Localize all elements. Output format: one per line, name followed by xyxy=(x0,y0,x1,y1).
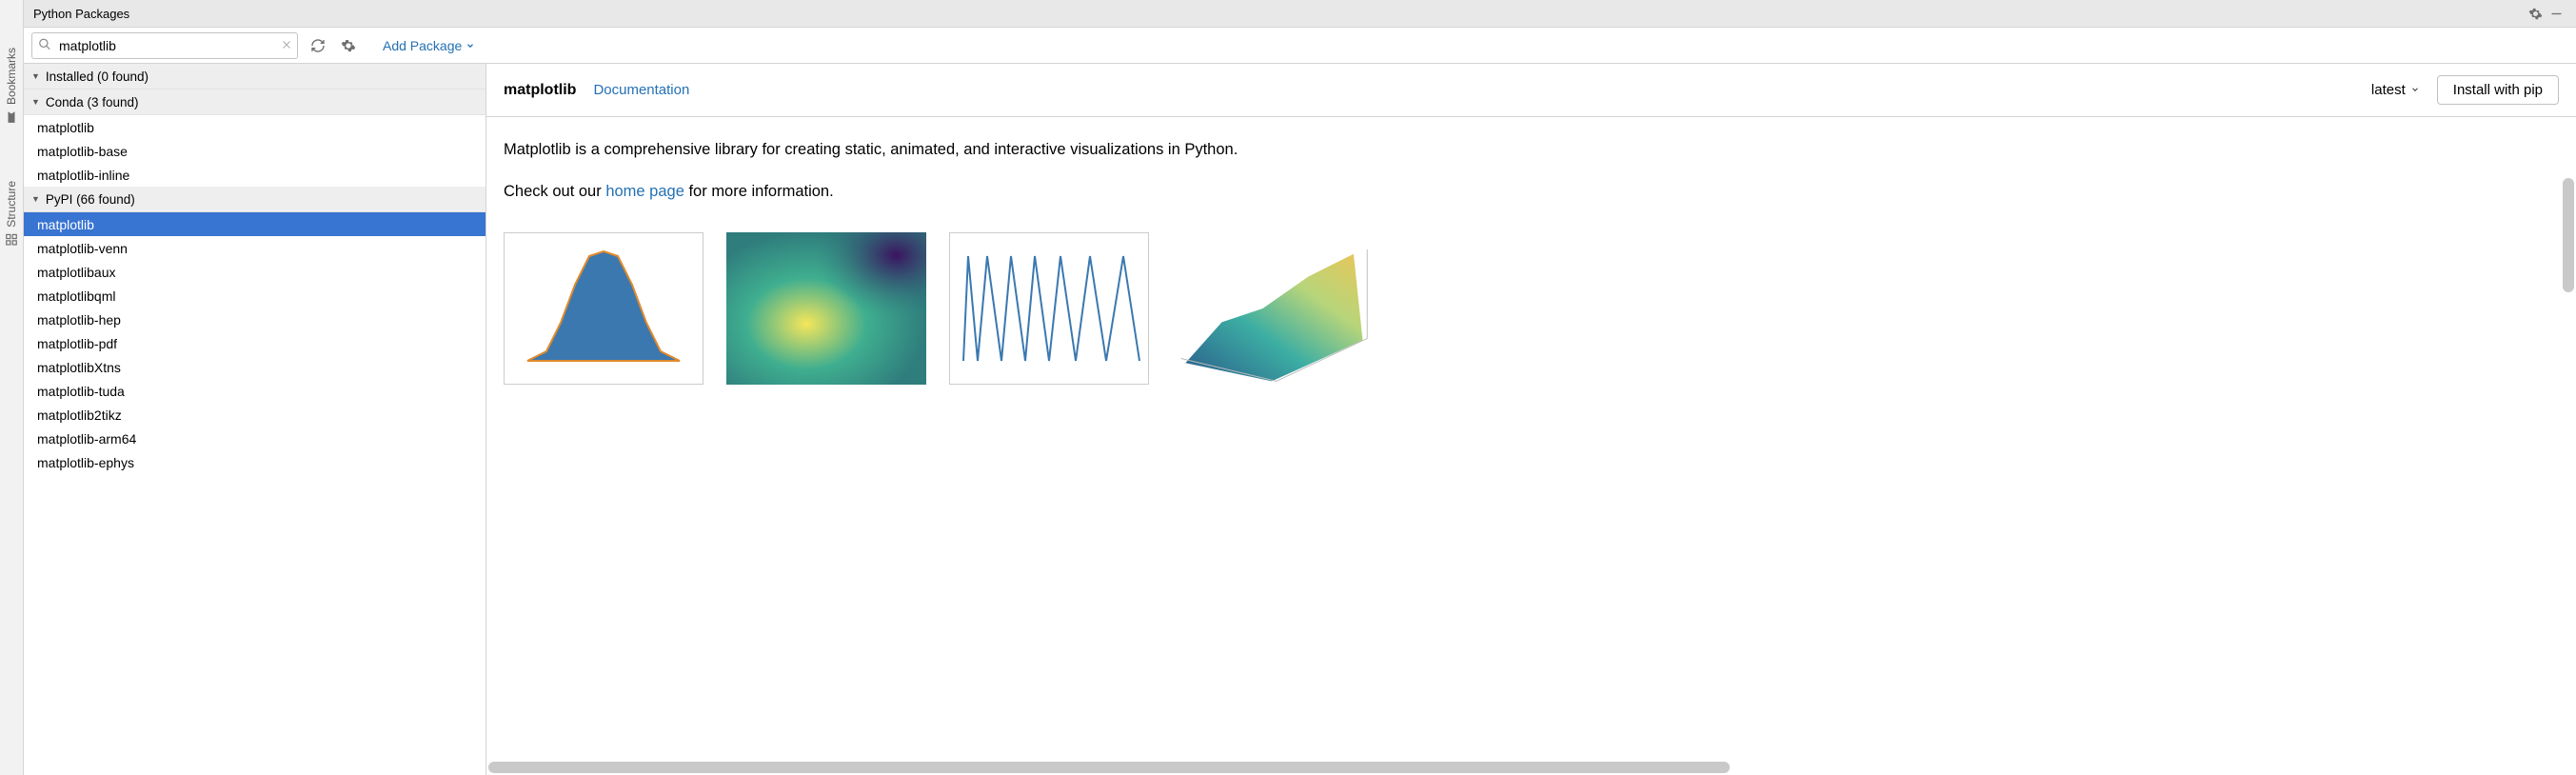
preview-thumbnails xyxy=(504,232,2559,385)
package-item[interactable]: matplotlib xyxy=(24,115,485,139)
package-item[interactable]: matplotlib2tikz xyxy=(24,403,485,427)
settings-button[interactable] xyxy=(338,35,359,56)
search-clear-button[interactable] xyxy=(281,38,292,53)
section-pypi-label: PyPI (66 found) xyxy=(46,192,135,207)
package-item[interactable]: matplotlibaux xyxy=(24,260,485,284)
chevron-down-icon: ▼ xyxy=(31,194,40,204)
section-conda[interactable]: ▼ Conda (3 found) xyxy=(24,89,485,115)
toolbar: Add Package xyxy=(24,28,2576,64)
thumbnail-heatmap xyxy=(726,232,926,385)
home-page-link[interactable]: home page xyxy=(605,183,684,200)
reload-icon xyxy=(310,38,326,53)
package-item[interactable]: matplotlibqml xyxy=(24,284,485,308)
documentation-link[interactable]: Documentation xyxy=(593,82,689,98)
rail-structure[interactable]: Structure xyxy=(5,181,18,247)
thumbnail-spikes xyxy=(949,232,1149,385)
chevron-down-icon xyxy=(2410,82,2420,98)
version-select[interactable]: latest xyxy=(2371,82,2420,98)
left-tool-rail: Bookmarks Structure xyxy=(0,0,24,775)
bookmark-icon xyxy=(5,110,18,124)
rail-bookmarks[interactable]: Bookmarks xyxy=(5,48,18,124)
install-button[interactable]: Install with pip xyxy=(2437,75,2559,105)
rail-bookmarks-label: Bookmarks xyxy=(5,48,18,105)
close-icon xyxy=(281,39,292,50)
package-item[interactable]: matplotlib-venn xyxy=(24,236,485,260)
detail-title: matplotlib xyxy=(504,82,576,99)
search-input[interactable] xyxy=(31,32,298,59)
vertical-scrollbar[interactable] xyxy=(2563,178,2574,292)
add-package-button[interactable]: Add Package xyxy=(383,38,475,53)
package-item[interactable]: matplotlib-arm64 xyxy=(24,427,485,450)
package-item[interactable]: matplotlib-base xyxy=(24,139,485,163)
section-pypi[interactable]: ▼ PyPI (66 found) xyxy=(24,187,485,212)
section-installed[interactable]: ▼ Installed (0 found) xyxy=(24,64,485,89)
chevron-down-icon: ▼ xyxy=(31,71,40,81)
horizontal-scrollbar[interactable] xyxy=(488,762,2557,773)
chevron-down-icon: ▼ xyxy=(31,97,40,107)
package-item[interactable]: matplotlib-pdf xyxy=(24,331,485,355)
package-list: ▼ Installed (0 found) ▼ Conda (3 found) … xyxy=(24,64,486,775)
detail-body: Matplotlib is a comprehensive library fo… xyxy=(486,117,2576,775)
panel-title: Python Packages xyxy=(33,7,2525,21)
reload-button[interactable] xyxy=(307,35,328,56)
panel-header: Python Packages xyxy=(24,0,2576,28)
panel-minimize-button[interactable] xyxy=(2546,3,2566,24)
version-label: latest xyxy=(2371,82,2406,98)
thumbnail-histogram xyxy=(504,232,703,385)
description-1: Matplotlib is a comprehensive library fo… xyxy=(504,138,2559,163)
thumbnail-3d-surface xyxy=(1172,232,1372,385)
package-item[interactable]: matplotlib-tuda xyxy=(24,379,485,403)
panel-settings-button[interactable] xyxy=(2525,3,2546,24)
package-item[interactable]: matplotlib-inline xyxy=(24,163,485,187)
package-item[interactable]: matplotlibXtns xyxy=(24,355,485,379)
add-package-label: Add Package xyxy=(383,38,462,53)
minimize-icon xyxy=(2549,7,2564,21)
search-wrap xyxy=(31,32,298,59)
gear-icon xyxy=(2528,7,2543,21)
section-conda-label: Conda (3 found) xyxy=(46,95,139,109)
section-installed-label: Installed (0 found) xyxy=(46,70,149,84)
gear-icon xyxy=(341,38,356,53)
package-item[interactable]: matplotlib-hep xyxy=(24,308,485,331)
package-item[interactable]: matplotlib-ephys xyxy=(24,450,485,474)
package-detail: matplotlib Documentation latest Install … xyxy=(486,64,2576,775)
description-2: Check out our home page for more informa… xyxy=(504,180,2559,205)
package-item[interactable]: matplotlib xyxy=(24,212,485,236)
rail-structure-label: Structure xyxy=(5,181,18,228)
detail-header: matplotlib Documentation latest Install … xyxy=(486,64,2576,117)
structure-icon xyxy=(5,233,18,247)
chevron-down-icon xyxy=(466,38,475,53)
